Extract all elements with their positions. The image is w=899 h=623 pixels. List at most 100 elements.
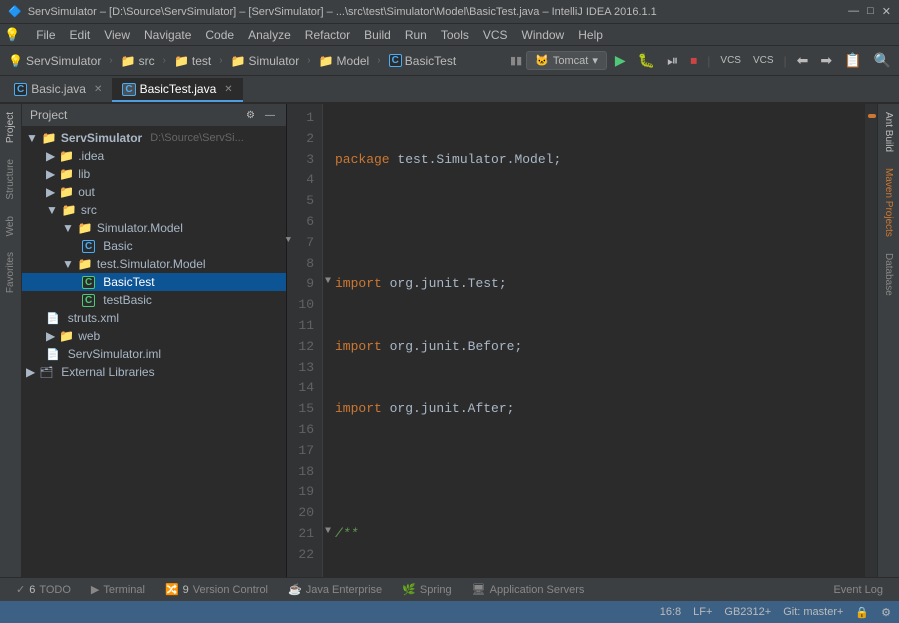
breadcrumb: 💡 ServSimulator › 📁 src › 📁 test › 📁 Sim… xyxy=(4,52,460,70)
debug-button[interactable]: 🐛 xyxy=(634,50,659,71)
breadcrumb-basictest[interactable]: C BasicTest xyxy=(385,52,461,70)
breadcrumb-model[interactable]: 📁 Model xyxy=(315,52,374,70)
menu-code[interactable]: Code xyxy=(199,26,240,44)
menu-run[interactable]: Run xyxy=(399,26,433,44)
menu-view[interactable]: View xyxy=(98,26,136,44)
tree-basic-java[interactable]: C Basic xyxy=(22,237,286,255)
menu-refactor[interactable]: Refactor xyxy=(299,26,356,44)
menu-window[interactable]: Window xyxy=(516,26,571,44)
tree-simulator-model-folder[interactable]: ▼ 📁 Simulator.Model xyxy=(22,219,286,237)
sidebar-favorites-tab[interactable]: Favorites xyxy=(3,244,18,301)
left-sidebar: Project Structure Web Favorites xyxy=(0,104,22,577)
menu-analyze[interactable]: Analyze xyxy=(242,26,297,44)
menu-build[interactable]: Build xyxy=(358,26,397,44)
version-control-tab[interactable]: 🔀 9 Version Control xyxy=(157,581,276,598)
vc-num-badge: 9 xyxy=(183,584,189,596)
tree-basictest-java[interactable]: C BasicTest xyxy=(22,273,286,291)
tab-close-basictest[interactable]: ✕ xyxy=(224,84,232,95)
java-enterprise-tab[interactable]: ☕ Java Enterprise xyxy=(280,581,390,598)
tree-lib-folder[interactable]: ▶ 📁 lib xyxy=(22,165,286,183)
terminal-tab[interactable]: ▶ Terminal xyxy=(83,581,153,598)
forward-button[interactable]: ➡ xyxy=(816,50,836,71)
basictest-icon: C xyxy=(82,276,95,289)
code-line-5: import org.junit.After; xyxy=(335,399,853,420)
clipboard-btn[interactable]: 📋 xyxy=(840,50,865,71)
bottom-toolbar: ✓ 6 TODO ▶ Terminal 🔀 9 Version Control … xyxy=(0,577,899,601)
code-line-6 xyxy=(335,462,853,483)
spring-tab[interactable]: 🌿 Spring xyxy=(394,581,460,598)
vcs-commit-btn[interactable]: VCS xyxy=(749,53,778,68)
vcs-update-btn[interactable]: VCS xyxy=(716,53,745,68)
database-tab[interactable]: Database xyxy=(881,245,896,304)
tomcat-label: Tomcat xyxy=(553,55,588,67)
src-folder-icon-tree: 📁 xyxy=(62,203,77,217)
maximize-btn[interactable]: □ xyxy=(867,5,874,18)
menu-help[interactable]: Help xyxy=(572,26,609,44)
run-button[interactable]: ▶ xyxy=(611,50,630,71)
spring-icon: 🌿 xyxy=(402,583,416,596)
model-label: Model xyxy=(337,54,370,68)
app-servers-tab[interactable]: 🖥 Application Servers xyxy=(464,581,593,598)
fold-marker-7[interactable]: ▼ xyxy=(325,524,331,540)
title-bar: 🔷 ServSimulator – [D:\Source\ServSimulat… xyxy=(0,0,899,24)
project-panel-settings-btn[interactable]: ⚙ xyxy=(243,109,258,122)
src-folder-icon: 📁 xyxy=(121,54,136,68)
tomcat-dropdown-icon: ▾ xyxy=(592,54,598,67)
code-line-7: ▼/** xyxy=(335,524,853,545)
tree-struts-xml[interactable]: 📄 struts.xml xyxy=(22,309,286,327)
tree-root-servsimulator[interactable]: ▼ 📁 ServSimulator D:\Source\ServSi... xyxy=(22,129,286,147)
testmodel-expand-icon: ▼ xyxy=(62,257,74,271)
tree-src-folder[interactable]: ▼ 📁 src xyxy=(22,201,286,219)
run-with-coverage-btn[interactable]: ⏯ xyxy=(663,50,682,71)
stop-button[interactable]: ⏹ xyxy=(686,50,701,71)
iml-label: ServSimulator.iml xyxy=(68,347,161,361)
tab-label-basic: Basic.java xyxy=(31,82,86,96)
menu-vcs[interactable]: VCS xyxy=(477,26,514,44)
menu-tools[interactable]: Tools xyxy=(435,26,475,44)
sidebar-web-tab[interactable]: Web xyxy=(3,208,18,244)
ext-lib-label: External Libraries xyxy=(61,365,154,379)
tab-basic-java[interactable]: C Basic.java ✕ xyxy=(4,78,112,102)
breadcrumb-src[interactable]: 📁 src xyxy=(117,52,159,70)
tomcat-run-config[interactable]: 🐱 Tomcat ▾ xyxy=(526,51,607,70)
tree-web-folder[interactable]: ▶ 📁 web xyxy=(22,327,286,345)
basictest-label: BasicTest xyxy=(405,54,456,68)
ant-build-tab[interactable]: Ant Build xyxy=(881,104,896,160)
menu-edit[interactable]: Edit xyxy=(64,26,97,44)
search-everywhere-btn[interactable]: 🔍 xyxy=(870,50,895,71)
src-expand-icon: ▼ xyxy=(46,203,58,217)
idea-expand-icon: ▶ xyxy=(46,149,55,163)
menu-file[interactable]: File xyxy=(30,26,61,44)
code-editor[interactable]: package test.Simulator.Model; ▼import or… xyxy=(323,104,877,577)
breadcrumb-test[interactable]: 📁 test xyxy=(170,52,215,70)
close-btn[interactable]: ✕ xyxy=(882,5,891,18)
file-encoding: GB2312+ xyxy=(724,606,771,618)
tree-servsimulator-iml[interactable]: 📄 ServSimulator.iml xyxy=(22,345,286,363)
project-panel-collapse-btn[interactable]: — xyxy=(262,109,278,122)
menu-navigate[interactable]: Navigate xyxy=(138,26,197,44)
idea-label: .idea xyxy=(78,149,104,163)
sidebar-structure-tab[interactable]: Structure xyxy=(3,151,18,208)
todo-tab[interactable]: ✓ 6 TODO xyxy=(8,581,79,598)
tree-out-folder[interactable]: ▶ 📁 out xyxy=(22,183,286,201)
out-folder-icon: 📁 xyxy=(59,185,74,199)
back-button[interactable]: ⬅ xyxy=(793,50,813,71)
tree-external-libraries[interactable]: ▶ 🗂 External Libraries xyxy=(22,363,286,381)
marker-error xyxy=(868,114,876,118)
sidebar-project-tab[interactable]: Project xyxy=(3,104,18,151)
tree-testbasic-java[interactable]: C testBasic xyxy=(22,291,286,309)
minimize-btn[interactable]: — xyxy=(848,5,859,18)
code-content[interactable]: package test.Simulator.Model; ▼import or… xyxy=(323,104,865,577)
tree-test-simulator-model-folder[interactable]: ▼ 📁 test.Simulator.Model xyxy=(22,255,286,273)
ext-expand-icon: ▶ xyxy=(26,365,35,379)
status-bar: 16:8 LF+ GB2312+ Git: master+ 🔒 ⚙ xyxy=(0,601,899,623)
tree-idea-folder[interactable]: ▶ 📁 .idea xyxy=(22,147,286,165)
breadcrumb-simulator[interactable]: 📁 Simulator xyxy=(227,52,304,70)
event-log-tab[interactable]: Event Log xyxy=(825,582,891,598)
breadcrumb-app[interactable]: 💡 ServSimulator xyxy=(4,52,105,70)
fold-marker-3[interactable]: ▼ xyxy=(325,274,331,290)
maven-projects-tab[interactable]: Maven Projects xyxy=(881,160,896,245)
tab-close-basic[interactable]: ✕ xyxy=(94,84,102,95)
tab-basictest-java[interactable]: C BasicTest.java ✕ xyxy=(112,78,242,102)
web-folder-icon: 📁 xyxy=(59,329,74,343)
